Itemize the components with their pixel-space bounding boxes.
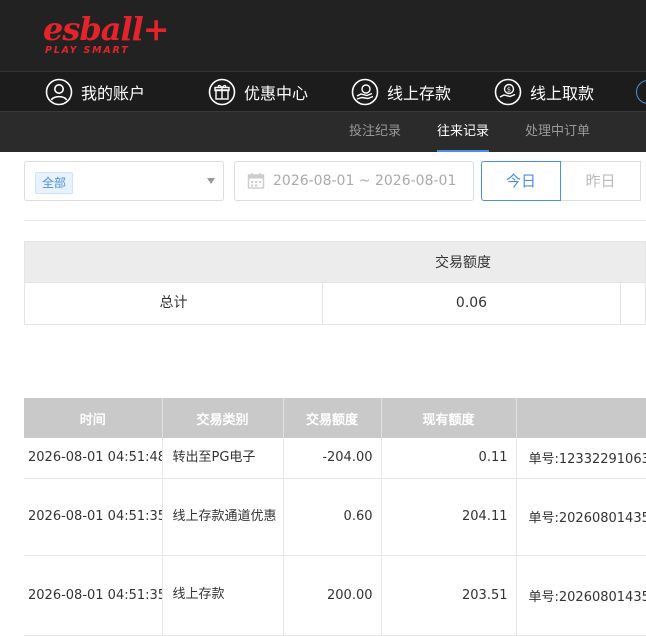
cell-balance: 0.11	[381, 438, 517, 479]
nav-item-account[interactable]: 我的账户	[45, 78, 145, 106]
cell-order-no: 单号:20260801435	[516, 478, 646, 556]
column-header-note	[516, 398, 646, 438]
nav-item-promotions[interactable]: 优惠中心	[208, 78, 308, 106]
selected-type-chip: 全部	[35, 172, 74, 194]
logo-tagline: PLAY SMART	[45, 45, 130, 56]
cell-time: 2026-08-01 04:51:35	[24, 555, 163, 636]
yesterday-button[interactable]: 昨日	[561, 161, 641, 201]
user-icon	[45, 78, 73, 106]
column-header-balance[interactable]: 现有额度	[381, 398, 517, 438]
nav-item-withdraw[interactable]: $ 线上取款	[494, 78, 594, 106]
esball-logo[interactable]: esball+ PLAY SMART	[43, 10, 170, 58]
cell-time: 2026-08-01 04:51:48	[24, 438, 163, 479]
cell-order-no: 单号:20260801435	[516, 555, 646, 636]
summary-total-value: 0.06	[323, 283, 621, 324]
records-table: 时间 交易类别 交易额度 现有额度 2026-08-01 04:51:48 转出…	[24, 398, 646, 636]
table-row: 2026-08-01 04:51:35 线上存款通道优惠 0.60 204.11…	[24, 478, 646, 556]
date-range-picker[interactable]: 2026-08-01 ~ 2026-08-01	[234, 161, 474, 201]
summary-header: 交易额度	[24, 241, 646, 283]
nav-label: 优惠中心	[244, 84, 309, 103]
column-header-amount[interactable]: 交易额度	[283, 398, 382, 438]
cell-type: 线上存款	[162, 555, 284, 636]
nav-label: 我的账户	[81, 84, 146, 103]
tab-transactions[interactable]: 往来记录	[437, 112, 490, 152]
logo-text: esball+	[43, 10, 170, 48]
today-button[interactable]: 今日	[481, 161, 561, 201]
withdraw-icon: $	[494, 78, 522, 106]
cell-amount: -204.00	[283, 438, 382, 479]
summary-row: 总计 0.06	[24, 283, 646, 325]
top-header: esball+ PLAY SMART	[0, 0, 646, 71]
divider	[24, 220, 646, 221]
chevron-down-icon	[207, 178, 215, 184]
nav-label: 线上取款	[530, 84, 595, 103]
deposit-icon	[351, 78, 379, 106]
summary-total-label: 总计	[25, 283, 323, 324]
cell-balance: 204.11	[381, 478, 517, 556]
calendar-icon	[247, 173, 265, 189]
tab-pending-orders[interactable]: 处理中订单	[525, 112, 590, 153]
main-nav: 我的账户 优惠中心 线上存款 $ 线上取款	[0, 71, 646, 111]
tab-bet-records[interactable]: 投注纪录	[349, 112, 401, 153]
nav-label: 线上存款	[387, 84, 452, 103]
cell-balance: 203.51	[381, 555, 517, 636]
nav-item-deposit[interactable]: 线上存款	[351, 78, 451, 106]
cell-time: 2026-08-01 04:51:35	[24, 478, 163, 556]
transaction-type-select[interactable]: 全部	[24, 161, 224, 201]
svg-text:$: $	[507, 86, 511, 94]
cell-amount: 200.00	[283, 555, 382, 636]
column-header-type[interactable]: 交易类别	[162, 398, 284, 438]
table-row: 2026-08-01 04:51:35 线上存款 200.00 203.51 单…	[24, 555, 646, 636]
records-header-row: 时间 交易类别 交易额度 现有额度	[24, 398, 646, 438]
column-header-time[interactable]: 时间	[24, 398, 163, 438]
summary-header-label: 交易额度	[435, 255, 491, 271]
cell-type: 线上存款通道优惠	[162, 478, 284, 556]
next-range-button[interactable]	[640, 161, 646, 201]
sub-nav: 投注纪录 往来记录 处理中订单	[0, 111, 646, 152]
cell-type: 转出至PG电子	[162, 438, 284, 479]
summary-table: 交易额度 总计 0.06	[24, 241, 646, 325]
gift-icon	[208, 78, 236, 106]
cell-amount: 0.60	[283, 478, 382, 556]
date-range-text: 2026-08-01 ~ 2026-08-01	[273, 173, 457, 189]
cell-order-no: 单号:12332291063	[516, 438, 646, 479]
more-nav-icon[interactable]	[636, 80, 646, 104]
table-row: 2026-08-01 04:51:48 转出至PG电子 -204.00 0.11…	[24, 438, 646, 479]
